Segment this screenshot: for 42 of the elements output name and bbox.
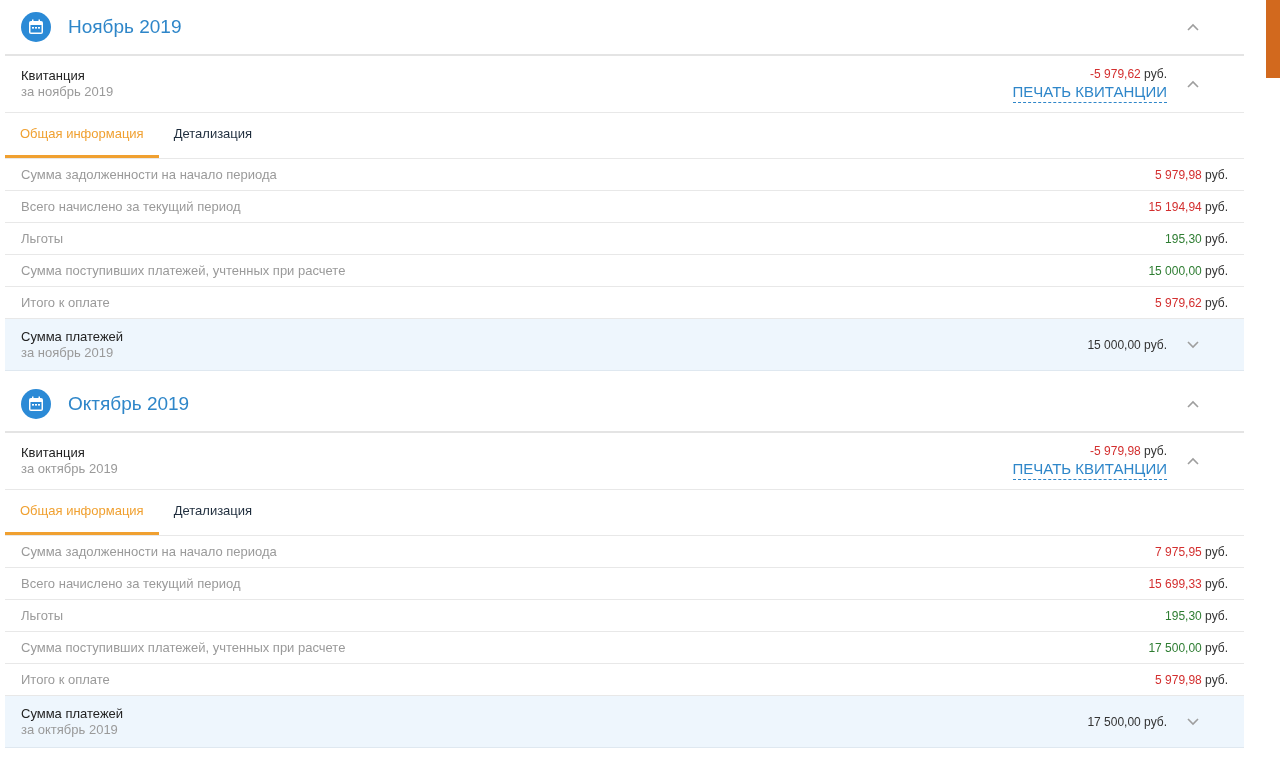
row-amount: 195,30 руб. bbox=[1165, 230, 1228, 248]
row-amount: 195,30 руб. bbox=[1165, 607, 1228, 625]
receipt-period: за октябрь 2019 bbox=[21, 461, 118, 477]
payments-title: Сумма платежей bbox=[21, 705, 124, 722]
payments-period: за ноябрь 2019 bbox=[21, 344, 115, 361]
receipt-title: Квитанция bbox=[21, 68, 86, 84]
receipt-amount: -5 979,62 руб. bbox=[1090, 65, 1167, 82]
row-amount: 5 979,98 руб. bbox=[1155, 166, 1228, 184]
receipt-period: за ноябрь 2019 bbox=[21, 84, 114, 100]
receipt-title: Квитанция bbox=[21, 445, 86, 461]
row-amount: 15 699,33 руб. bbox=[1148, 575, 1228, 593]
row-amount: 5 979,98 руб. bbox=[1155, 671, 1228, 689]
tab[interactable]: Детализация bbox=[158, 490, 268, 535]
tab[interactable]: Общая информация bbox=[5, 113, 159, 158]
row-label: Льготы bbox=[21, 606, 63, 625]
row-label: Сумма поступивших платежей, учтенных при расчете bbox=[21, 638, 346, 657]
payments-title: Сумма платежей bbox=[21, 328, 124, 345]
row-label: Сумма задолженности на начало периода bbox=[21, 165, 277, 184]
calendar-icon bbox=[21, 12, 51, 42]
row-label: Сумма задолженности на начало периода bbox=[21, 542, 277, 561]
row-label: Всего начислено за текущий период bbox=[21, 197, 241, 216]
row-label: Итого к оплате bbox=[21, 293, 110, 312]
receipt-amount: -5 979,98 руб. bbox=[1090, 442, 1167, 459]
payments-amount: 15 000,00 руб. bbox=[1087, 336, 1167, 354]
row-label: Льготы bbox=[21, 229, 63, 248]
tab[interactable]: Детализация bbox=[158, 113, 268, 158]
payments-period: за октябрь 2019 bbox=[21, 721, 119, 738]
row-amount: 17 500,00 руб. bbox=[1148, 639, 1228, 657]
month-title: Октябрь 2019 bbox=[68, 391, 190, 416]
row-amount: 7 975,95 руб. bbox=[1155, 543, 1228, 561]
month-title: Ноябрь 2019 bbox=[68, 14, 182, 39]
row-amount: 5 979,62 руб. bbox=[1155, 294, 1228, 312]
print-receipt-link[interactable]: ПЕЧАТЬ КВИТАНЦИИ bbox=[1012, 458, 1167, 480]
calendar-icon bbox=[21, 389, 51, 419]
row-label: Сумма поступивших платежей, учтенных при расчете bbox=[21, 261, 346, 280]
row-label: Всего начислено за текущий период bbox=[21, 574, 241, 593]
row-amount: 15 194,94 руб. bbox=[1148, 198, 1228, 216]
tab[interactable]: Общая информация bbox=[5, 490, 159, 535]
row-amount: 15 000,00 руб. bbox=[1148, 262, 1228, 280]
payments-amount: 17 500,00 руб. bbox=[1087, 713, 1167, 731]
print-receipt-link[interactable]: ПЕЧАТЬ КВИТАНЦИИ bbox=[1012, 81, 1167, 103]
row-label: Итого к оплате bbox=[21, 670, 110, 689]
